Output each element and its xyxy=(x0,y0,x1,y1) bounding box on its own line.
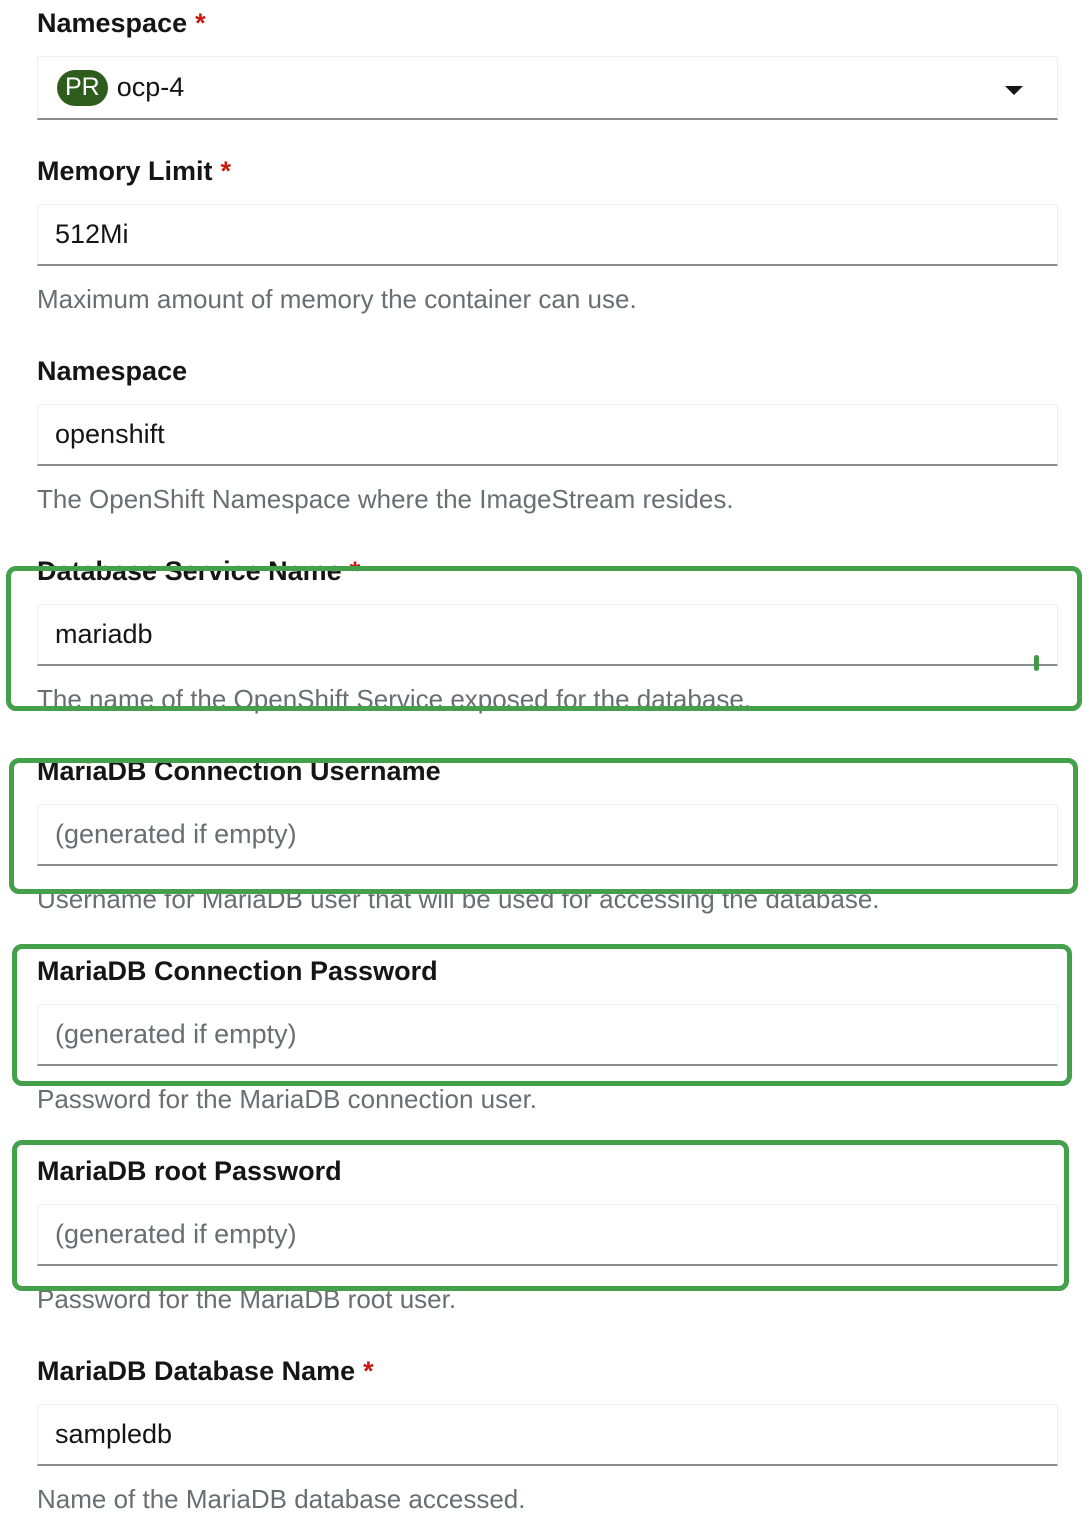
caret-down-icon xyxy=(1005,86,1023,95)
connection-password-input[interactable]: (generated if empty) xyxy=(37,1004,1058,1066)
database-service-name-value: mariadb xyxy=(55,619,153,649)
database-name-label: MariaDB Database Name * xyxy=(37,1356,374,1386)
resize-handle xyxy=(1034,655,1039,671)
root-password-helper: Password for the MariaDB root user. xyxy=(37,1284,457,1314)
memory-limit-value: 512Mi xyxy=(55,219,129,249)
imagestream-namespace-input[interactable]: openshift xyxy=(37,404,1058,466)
connection-password-placeholder: (generated if empty) xyxy=(55,1019,297,1049)
imagestream-namespace-value: openshift xyxy=(55,419,165,449)
required-marker: * xyxy=(349,556,361,586)
connection-username-input[interactable]: (generated if empty) xyxy=(37,804,1058,866)
imagestream-namespace-helper: The OpenShift Namespace where the ImageS… xyxy=(37,484,734,514)
namespace-select[interactable]: PR ocp-4 xyxy=(37,56,1058,120)
database-service-name-label: Database Service Name * xyxy=(37,556,361,586)
connection-username-label: MariaDB Connection Username xyxy=(37,756,441,786)
root-password-label: MariaDB root Password xyxy=(37,1156,342,1186)
project-badge: PR xyxy=(57,69,108,106)
connection-password-label: MariaDB Connection Password xyxy=(37,956,438,986)
namespace-select-value: ocp-4 xyxy=(116,72,185,102)
memory-limit-input[interactable]: 512Mi xyxy=(37,204,1058,266)
root-password-input[interactable]: (generated if empty) xyxy=(37,1204,1058,1266)
database-service-name-input[interactable]: mariadb xyxy=(37,604,1058,671)
memory-limit-helper: Maximum amount of memory the container c… xyxy=(37,284,637,314)
required-marker: * xyxy=(195,8,206,38)
namespace-select-label: Namespace * xyxy=(37,8,206,38)
database-name-helper: Name of the MariaDB database accessed. xyxy=(37,1484,526,1514)
connection-password-helper: Password for the MariaDB connection user… xyxy=(37,1084,538,1114)
imagestream-namespace-label: Namespace xyxy=(37,356,188,386)
memory-limit-label: Memory Limit * xyxy=(37,156,232,186)
required-marker: * xyxy=(220,156,232,186)
required-marker: * xyxy=(363,1356,374,1386)
database-service-name-helper: The name of the OpenShift Service expose… xyxy=(37,684,751,714)
database-name-value: sampledb xyxy=(55,1419,173,1449)
database-name-input[interactable]: sampledb xyxy=(37,1404,1058,1466)
root-password-placeholder: (generated if empty) xyxy=(55,1219,297,1249)
connection-username-helper: Username for MariaDB user that will be u… xyxy=(37,884,880,914)
connection-username-placeholder: (generated if empty) xyxy=(55,819,297,849)
